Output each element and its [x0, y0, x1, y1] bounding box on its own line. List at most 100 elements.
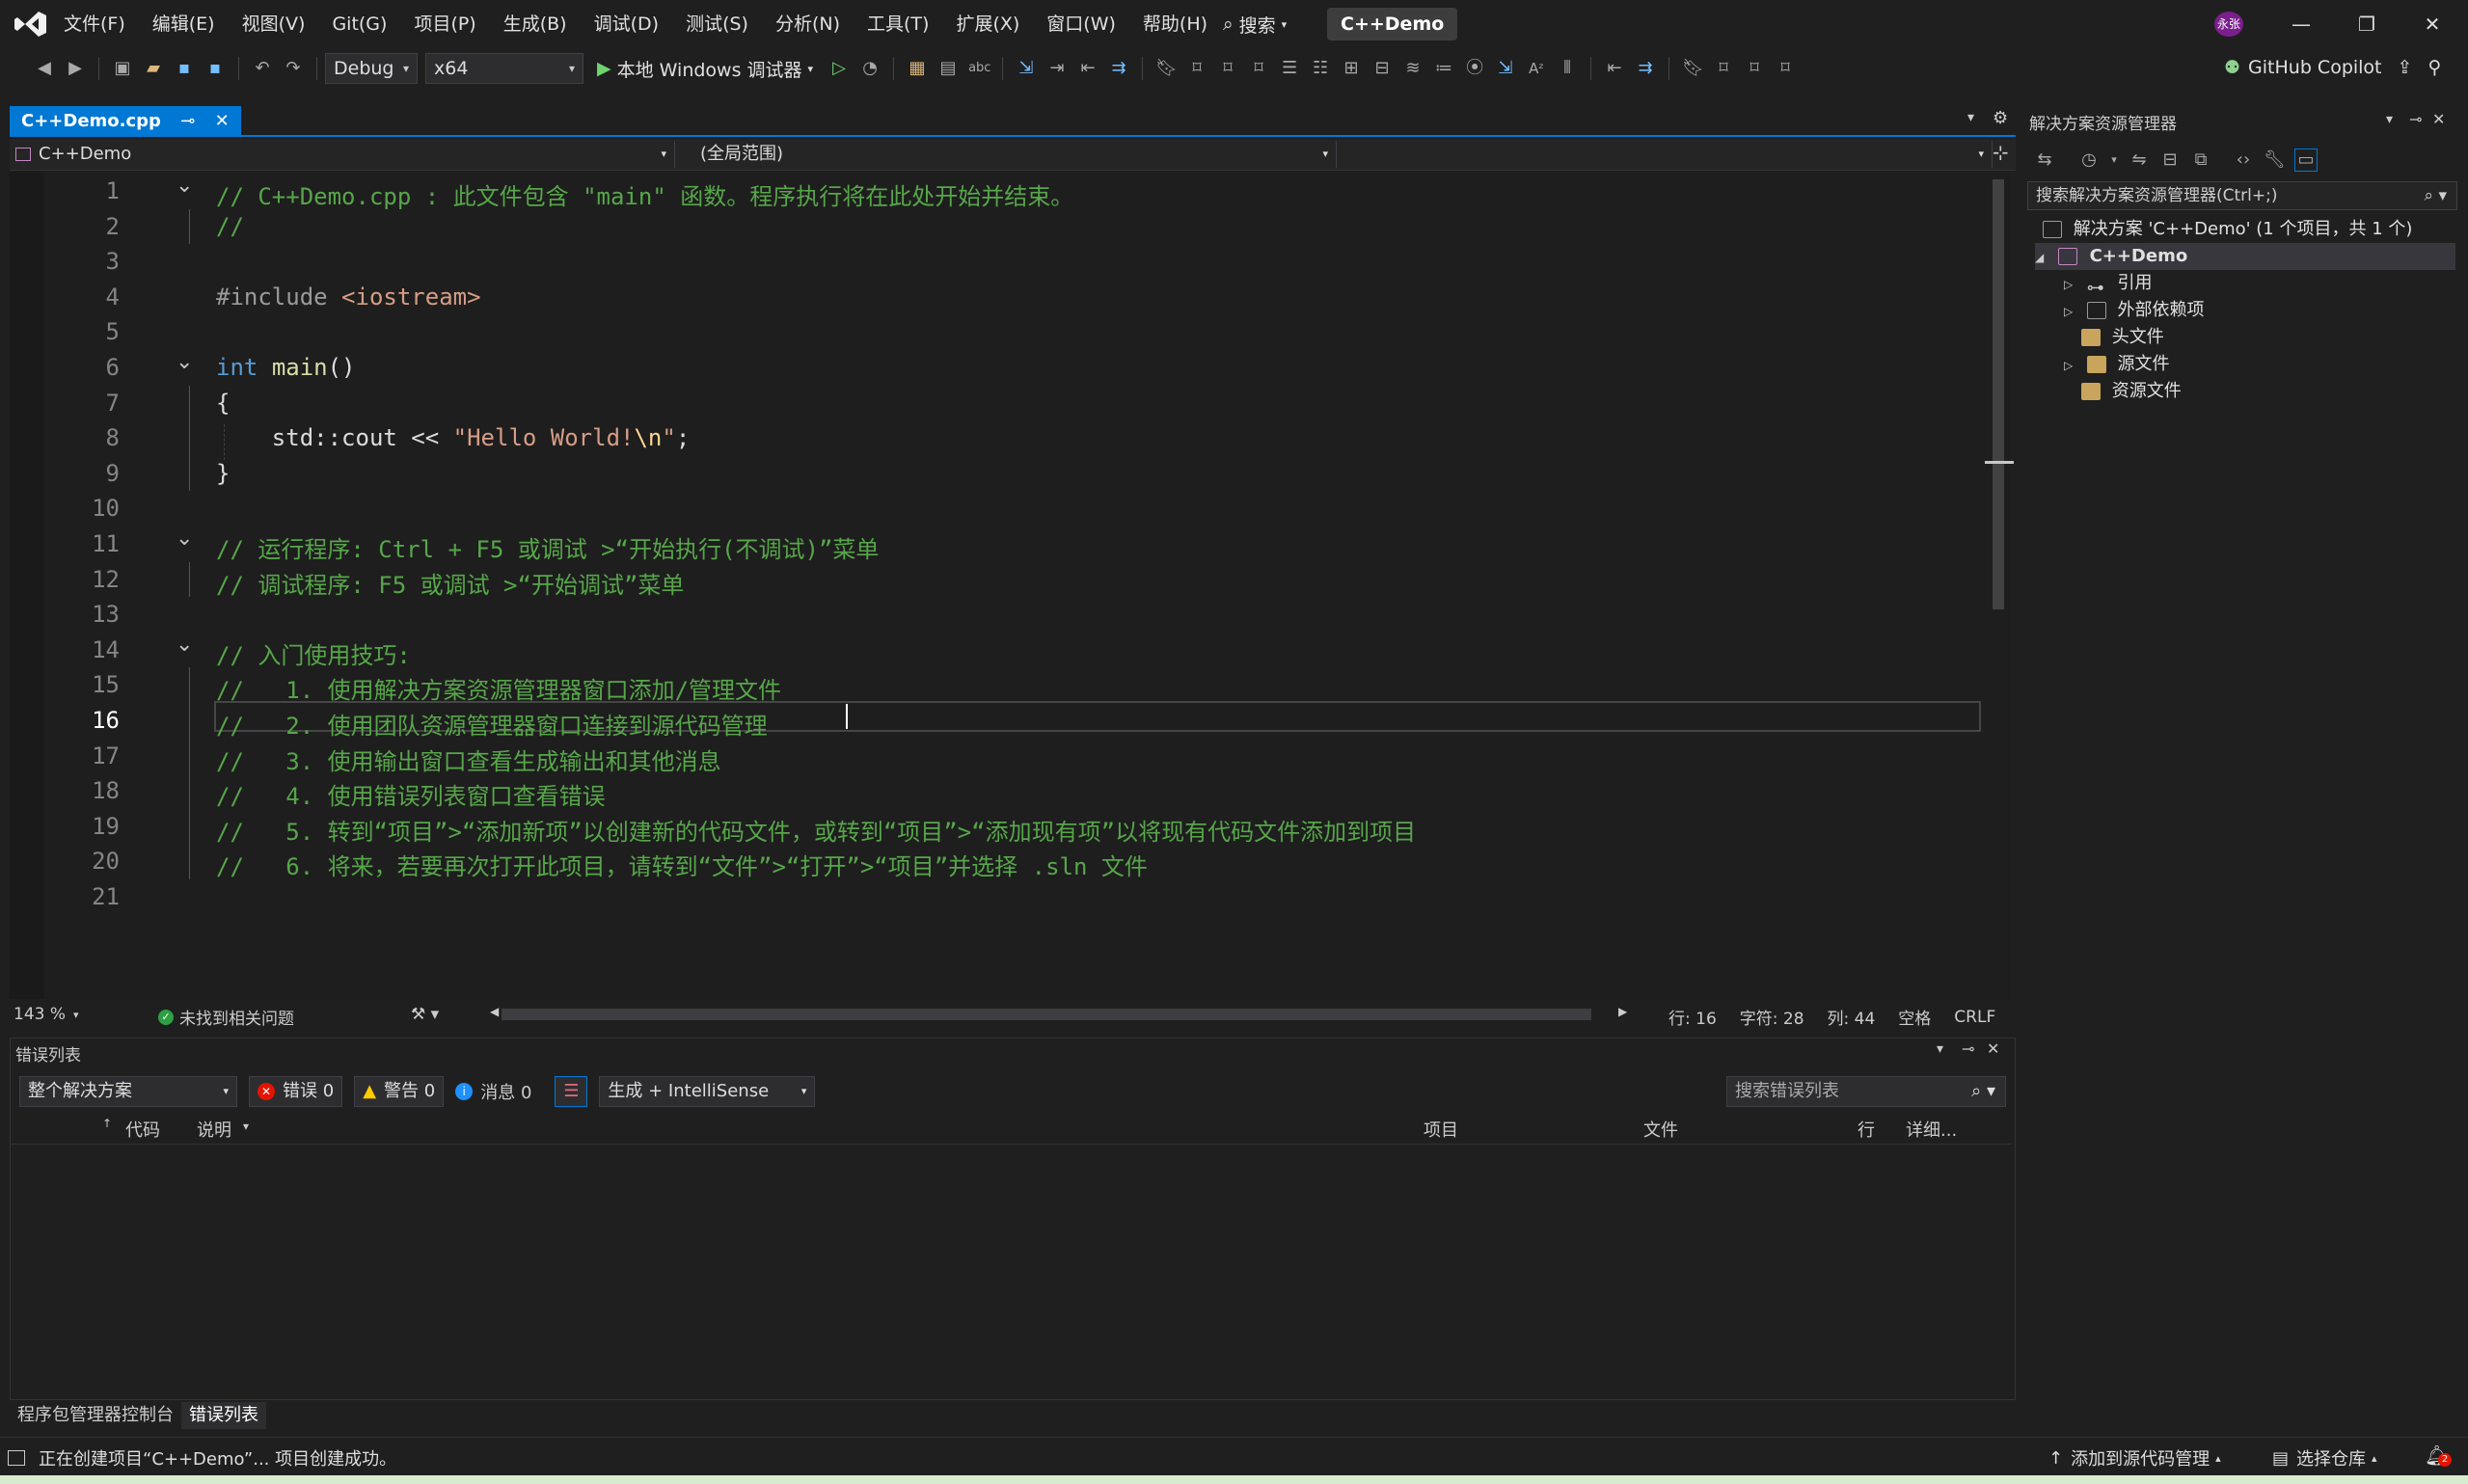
format-icon[interactable]: ⊞ — [1341, 58, 1362, 79]
fold-toggle-icon[interactable]: ⌄ — [176, 526, 193, 551]
menu-item[interactable]: 调试(D) — [581, 0, 672, 48]
bookmark-clear-icon[interactable]: ⌑ — [1775, 58, 1796, 79]
spell-check-icon[interactable]: abc — [968, 58, 990, 79]
outdent-icon[interactable]: ⇤ — [1077, 58, 1098, 79]
panel-dropdown-icon[interactable]: ▾ — [2386, 112, 2393, 127]
view-code-icon[interactable]: ‹› — [2233, 149, 2254, 171]
open-folder-icon[interactable]: ▰ — [143, 58, 164, 79]
menu-item[interactable]: 编辑(E) — [139, 0, 229, 48]
tab-error-list[interactable]: 错误列表 — [181, 1402, 266, 1429]
tree-project[interactable]: ◢ C++Demo — [2035, 243, 2455, 270]
column-description[interactable]: 说明 — [197, 1117, 231, 1142]
menu-item[interactable]: Git(G) — [318, 0, 400, 48]
build-filter-select[interactable]: 生成 + IntelliSense ▾ — [599, 1076, 816, 1107]
configuration-select[interactable]: Debug ▾ — [325, 53, 418, 84]
member-select[interactable]: ▾ — [1337, 141, 1993, 168]
errors-filter-button[interactable]: ✕ 错误 0 — [249, 1076, 343, 1107]
undo-icon[interactable]: ↶ — [252, 58, 273, 79]
column-detail[interactable]: 详细... — [1906, 1117, 1957, 1142]
tab-dropdown-icon[interactable]: ▾ — [1967, 110, 1974, 125]
project-select[interactable]: C++Demo ▾ — [10, 141, 675, 168]
solution-explorer-search-input[interactable]: 搜索解决方案资源管理器(Ctrl+;) ⌕ ▾ — [2027, 181, 2457, 210]
editor-scroll-thumb[interactable] — [1993, 179, 2004, 609]
issues-indicator[interactable]: ✓ 未找到相关问题 — [158, 1005, 294, 1029]
error-list-search-input[interactable]: 搜索错误列表 ⌕ ▾ — [1726, 1076, 2006, 1107]
settings-gear-icon[interactable]: ⚙ — [1993, 108, 2008, 128]
close-window-button[interactable]: ✕ — [2400, 0, 2465, 48]
start-debugging-button[interactable]: ▶ 本地 Windows 调试器 ▾ — [597, 56, 813, 82]
select-repo-button[interactable]: ▤ 选择仓库 ▴ — [2272, 1445, 2377, 1471]
code-line[interactable]: // 2. 使用团队资源管理器窗口连接到源代码管理 — [216, 707, 768, 741]
column-file[interactable]: 文件 — [1643, 1117, 1678, 1142]
tree-item-header-files[interactable]: 头文件 — [2081, 324, 2164, 351]
collapsed-arrow-icon[interactable]: ▷ — [2064, 352, 2081, 379]
save-all-icon[interactable]: ▪ — [204, 58, 226, 79]
restore-button[interactable]: ❐ — [2334, 0, 2400, 48]
menu-item[interactable]: 分析(N) — [762, 0, 854, 48]
solution-explorer-icon[interactable]: ▦ — [907, 58, 928, 79]
menu-item[interactable]: 视图(V) — [229, 0, 319, 48]
code-line[interactable]: // — [216, 213, 244, 240]
menu-item[interactable]: 扩展(X) — [942, 0, 1033, 48]
warnings-filter-button[interactable]: ▲ 警告 0 — [354, 1076, 445, 1107]
notifications-bell-icon[interactable]: 🔔︎ 2 — [2425, 1444, 2452, 1467]
menu-item[interactable]: 项目(P) — [400, 0, 489, 48]
tree-solution[interactable]: 解决方案 'C++Demo' (1 个项目，共 1 个) — [2043, 216, 2412, 243]
minimize-button[interactable]: — — [2268, 0, 2334, 48]
save-icon[interactable]: ▪ — [174, 58, 195, 79]
sync-icon[interactable]: ⇋ — [2129, 149, 2150, 171]
scroll-right-icon[interactable]: ▶ — [1618, 1005, 1627, 1018]
code-line[interactable]: } — [216, 460, 230, 487]
bookmark-prev-icon[interactable]: ⌑ — [1713, 58, 1734, 79]
list-members-icon[interactable]: ≔ — [1433, 58, 1454, 79]
scroll-left-icon[interactable]: ◀ — [490, 1005, 499, 1018]
code-line[interactable]: // 调试程序: F5 或调试 >“开始调试”菜单 — [216, 566, 684, 600]
tab-cpp-demo[interactable]: C++Demo.cpp ⊸ ✕ — [10, 106, 241, 137]
chevron-down-icon[interactable]: ▾ — [2109, 149, 2119, 171]
format-selection-icon[interactable]: ⊟ — [1371, 58, 1393, 79]
cleanup-icon[interactable]: ⚒ ▾ — [411, 1005, 439, 1024]
prev-bookmark-icon[interactable]: ⌑ — [1186, 58, 1207, 79]
step-icon[interactable]: ⇲ — [1016, 58, 1037, 79]
switch-views-icon[interactable]: ⇆ — [2034, 149, 2055, 171]
feedback-icon[interactable]: ⚲ — [2427, 52, 2441, 83]
filter-toggle-icon[interactable]: ☰ — [555, 1076, 588, 1107]
step-over-icon[interactable]: ⇥ — [1046, 58, 1068, 79]
new-item-icon[interactable]: ▣ — [112, 58, 133, 79]
indent-indicator[interactable]: 空格 — [1898, 1005, 1931, 1029]
comment-icon[interactable]: ☰ — [1279, 58, 1300, 79]
indent-icon[interactable]: ⇉ — [1108, 58, 1129, 79]
forward-icon[interactable]: ▶ — [65, 58, 86, 79]
bookmark-next-icon[interactable]: ⌑ — [1744, 58, 1765, 79]
layout-icon[interactable]: ▤ — [937, 58, 959, 79]
code-line[interactable]: // C++Demo.cpp : 此文件包含 "main" 函数。程序执行将在此… — [216, 177, 1073, 211]
pending-changes-icon[interactable]: ◷ — [2078, 149, 2100, 171]
next-bookmark-icon[interactable]: ⌑ — [1217, 58, 1238, 79]
clear-bookmark-icon[interactable]: ⌑ — [1248, 58, 1269, 79]
code-line[interactable]: // 入门使用技巧: — [216, 636, 411, 670]
menu-item[interactable]: 工具(T) — [854, 0, 942, 48]
github-copilot-button[interactable]: ⚉ GitHub Copilot ⇪ ⚲ — [2224, 52, 2441, 83]
redo-icon[interactable]: ↷ — [283, 58, 304, 79]
scope-select[interactable]: (全局范围) ▾ — [685, 141, 1337, 168]
code-line[interactable]: // 运行程序: Ctrl + F5 或调试 >“开始执行(不调试)”菜单 — [216, 530, 879, 564]
parameter-info-icon[interactable]: ⦿ — [1464, 58, 1485, 79]
menu-item[interactable]: 帮助(H) — [1129, 0, 1221, 48]
menu-item[interactable]: 测试(S) — [672, 0, 762, 48]
collapse-all-icon[interactable]: ⊟ — [2159, 149, 2181, 171]
tree-item-external-deps[interactable]: ▷ 外部依赖项 — [2064, 297, 2204, 324]
column-line[interactable]: 行 — [1858, 1117, 1875, 1142]
zoom-control[interactable]: 143 % ▾ — [14, 1005, 79, 1024]
collapsed-arrow-icon[interactable]: ▷ — [2064, 298, 2081, 325]
code-line[interactable]: std::cout << "Hello World!\n"; — [216, 424, 691, 451]
code-line[interactable]: // 4. 使用错误列表窗口查看错误 — [216, 777, 606, 811]
increase-indent-icon[interactable]: ⇉ — [1635, 58, 1656, 79]
column-code[interactable]: 代码 — [125, 1117, 160, 1142]
close-panel-icon[interactable]: ✕ — [2432, 110, 2445, 128]
menu-item[interactable]: 文件(F) — [50, 0, 139, 48]
avatar[interactable]: 永张 — [2214, 12, 2243, 37]
column-project[interactable]: 项目 — [1424, 1117, 1458, 1142]
tab-package-manager-console[interactable]: 程序包管理器控制台 — [10, 1402, 181, 1429]
code-line[interactable]: // 6. 将来，若要再次打开此项目，请转到“文件”>“打开”>“项目”并选择 … — [216, 848, 1148, 881]
show-all-files-icon[interactable]: ⧉ — [2190, 149, 2211, 171]
